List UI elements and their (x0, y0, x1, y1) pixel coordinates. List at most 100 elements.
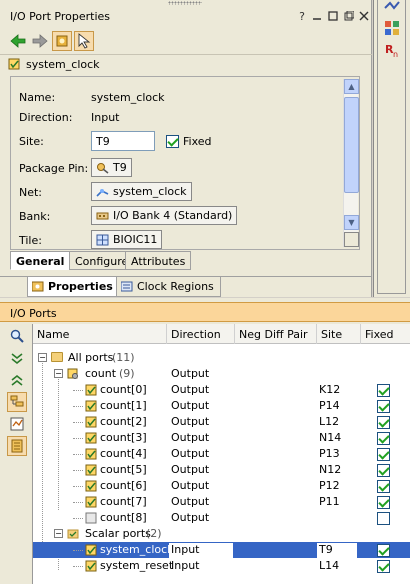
col-fixed[interactable]: Fixed (361, 324, 410, 344)
tab-properties[interactable]: Properties (27, 277, 120, 297)
table-row[interactable]: count[4] Output P13 (33, 446, 410, 462)
scroll-down-icon[interactable]: ▼ (344, 215, 359, 230)
package-pin-button[interactable]: T9 (91, 158, 132, 177)
io-ports-panel: I/O Ports Name Direction Neg Diff Pair S… (0, 298, 410, 584)
table-row[interactable]: count[3] Output N14 (33, 430, 410, 446)
fixed-checkbox[interactable] (166, 134, 179, 148)
bus-icon (67, 368, 79, 380)
fixed-checkbox[interactable] (377, 431, 390, 445)
tile-button[interactable]: BIOIC11 (91, 230, 163, 249)
col-name[interactable]: Name (33, 324, 167, 344)
table-row[interactable]: count[1] Output P14 (33, 398, 410, 414)
table-row[interactable]: count[8] Output (33, 510, 410, 526)
count-group-label: count (85, 367, 117, 380)
col-neg-diff-pair[interactable]: Neg Diff Pair (235, 324, 317, 344)
table-row[interactable]: count[7] Output P11 (33, 494, 410, 510)
back-arrow-icon[interactable] (8, 31, 28, 51)
fixed-checkbox[interactable] (377, 495, 390, 509)
table-row[interactable]: count[2] Output L12 (33, 414, 410, 430)
site-input[interactable] (91, 131, 155, 151)
fixed-checkbox[interactable] (377, 559, 390, 573)
chip-icon[interactable] (52, 31, 72, 51)
cursor-icon[interactable] (74, 31, 94, 51)
selected-object-line: system_clock (0, 54, 372, 74)
bank-value: I/O Bank 4 (Standard) (113, 209, 233, 222)
fixed-checkbox[interactable] (377, 415, 390, 429)
tree-guide (73, 438, 83, 439)
direction-value: Input (91, 111, 120, 124)
port-site: N14 (319, 431, 342, 444)
collapse-toggle[interactable]: − (54, 369, 63, 378)
table-body: − All ports (11) − count (9) Output coun… (33, 344, 410, 584)
table-row[interactable]: system_reset Input L14 (33, 558, 410, 574)
fixed-checkbox[interactable] (377, 399, 390, 413)
panel-titlebar: I/O Port Properties ? (0, 6, 372, 28)
minimize-icon[interactable] (311, 11, 323, 23)
port-icon (85, 544, 97, 556)
fixed-checkbox[interactable] (377, 383, 390, 397)
col-site[interactable]: Site (317, 324, 361, 344)
group-by-icon[interactable] (7, 392, 27, 412)
table-row-count-group[interactable]: − count (9) Output (33, 366, 410, 382)
col-direction[interactable]: Direction (167, 324, 235, 344)
scalar-folder-icon (67, 528, 79, 540)
tab-general[interactable]: General (10, 251, 71, 270)
scroll-thumb[interactable] (344, 97, 359, 193)
count-group-direction: Output (171, 367, 210, 380)
grid-icon[interactable] (384, 20, 400, 39)
rename-icon[interactable]: Rn (384, 42, 402, 61)
port-direction: Output (171, 383, 210, 396)
port-name: system_clock (100, 543, 174, 556)
table-row[interactable]: system_clock Input T9 (33, 542, 410, 558)
port-name: system_reset (100, 559, 174, 572)
net-button[interactable]: system_clock (91, 182, 192, 201)
search-icon[interactable] (7, 326, 27, 346)
port-site: T9 (317, 543, 357, 558)
expand-all-icon[interactable] (7, 370, 27, 390)
tile-icon (96, 234, 109, 245)
io-ports-header: I/O Ports (0, 302, 410, 322)
table-row[interactable]: count[5] Output N12 (33, 462, 410, 478)
panel-title: I/O Port Properties (10, 10, 110, 23)
table-row-all-ports[interactable]: − All ports (11) (33, 350, 410, 366)
fixed-checkbox[interactable] (377, 511, 390, 525)
right-tool-strip: Rn (373, 0, 410, 297)
forward-arrow-icon[interactable] (30, 31, 50, 51)
fixed-checkbox[interactable] (377, 479, 390, 493)
properties-scrollbar[interactable]: ▲ ▼ (343, 79, 359, 247)
port-name: count[5] (100, 463, 147, 476)
scroll-up-icon[interactable]: ▲ (344, 79, 359, 94)
scalar-group-count: (2) (146, 527, 162, 540)
port-site: N12 (319, 463, 342, 476)
maximize-icon[interactable] (343, 10, 355, 23)
fixed-checkbox[interactable] (377, 463, 390, 477)
help-icon[interactable]: ? (296, 11, 308, 23)
table-row[interactable]: count[6] Output P12 (33, 478, 410, 494)
restore-icon[interactable] (327, 11, 339, 23)
port-site: P12 (319, 479, 340, 492)
table-row[interactable]: count[0] Output K12 (33, 382, 410, 398)
tab-attributes[interactable]: Attributes (125, 251, 192, 270)
route-icon[interactable] (384, 0, 400, 15)
fixed-checkbox[interactable] (377, 447, 390, 461)
io-ports-table: Name Direction Neg Diff Pair Site Fixed … (32, 324, 410, 584)
bank-button[interactable]: I/O Bank 4 (Standard) (91, 206, 238, 225)
table-row-scalar-group[interactable]: − Scalar ports (2) (33, 526, 410, 542)
fixed-checkbox[interactable] (377, 543, 390, 557)
net-label: Net: (19, 186, 43, 199)
close-icon[interactable] (358, 11, 370, 23)
collapse-toggle[interactable]: − (38, 353, 47, 362)
collapse-all-icon[interactable] (7, 348, 27, 368)
port-icon (8, 58, 21, 74)
sort-icon[interactable] (7, 436, 27, 456)
collapse-toggle[interactable]: − (54, 529, 63, 538)
port-icon (85, 400, 97, 412)
drag-grip[interactable] (168, 1, 202, 5)
tile-value: BIOIC11 (113, 233, 158, 246)
port-site: P13 (319, 447, 340, 460)
net-icon (96, 188, 109, 197)
port-site: L12 (319, 415, 340, 428)
auto-place-icon[interactable] (7, 414, 27, 434)
port-direction: Output (171, 431, 210, 444)
tab-clock-regions[interactable]: Clock Regions (116, 277, 221, 297)
